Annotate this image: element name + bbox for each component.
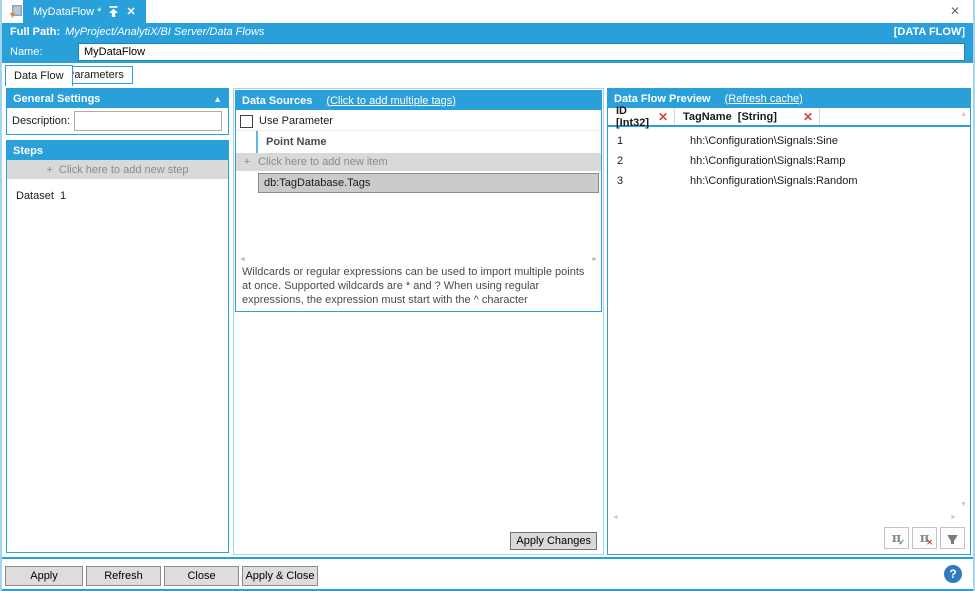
scroll-left-icon[interactable]: ◄ [612, 514, 619, 521]
cell-id: 1 [608, 135, 675, 147]
add-item-label: Click here to add new item [258, 156, 388, 168]
full-path-value: MyProject/AnalytiX/BI Server/Data Flows [65, 26, 264, 38]
apply-and-close-button[interactable]: Apply & Close [242, 566, 318, 586]
name-row: Name: [2, 41, 973, 63]
funnel-stem [951, 539, 954, 544]
table-row[interactable]: 2 hh:\Configuration\Signals:Ramp [608, 151, 970, 171]
data-sources-panel: Data Sources (Click to add multiple tags… [235, 90, 602, 312]
preview-title: Data Flow Preview [614, 93, 711, 105]
add-step-label: Click here to add new step [59, 164, 189, 176]
data-sources-empty-area [236, 193, 601, 255]
preview-grid-header: ID [Int32] ✕ TagName [String] ✕ [608, 108, 970, 127]
collapse-panel-icon[interactable]: ▲ [213, 94, 222, 104]
full-path-row: Full Path: MyProject/AnalytiX/BI Server/… [2, 23, 973, 41]
prefilter-enable-button[interactable]: π ✓ [884, 527, 909, 549]
data-sources-header: Data Sources (Click to add multiple tags… [236, 91, 601, 110]
steps-title: Steps [13, 145, 43, 157]
refresh-cache-link[interactable]: (Refresh cache) [725, 93, 803, 105]
horizontal-scrollbar[interactable]: ◄ ► [236, 255, 601, 264]
step-item-dataset1[interactable]: Dataset 1 [7, 179, 228, 213]
close-button[interactable]: Close [164, 566, 239, 586]
tab-close-icon[interactable]: ✕ [126, 5, 135, 18]
description-input[interactable] [74, 111, 222, 131]
dataflow-document-icon [10, 5, 22, 18]
editor-tab-title: MyDataFlow * [33, 6, 101, 18]
apply-button[interactable]: Apply [5, 566, 83, 586]
row-indicator-gutter [236, 131, 258, 153]
prefilter-clear-button[interactable]: π ✕ [912, 527, 937, 549]
wildcards-help-text: Wildcards or regular expressions can be … [236, 264, 601, 311]
plus-icon: + [46, 164, 52, 176]
plus-icon: + [236, 156, 258, 168]
data-sources-title: Data Sources [242, 95, 312, 107]
cell-tagname: hh:\Configuration\Signals:Random [675, 175, 858, 187]
refresh-button[interactable]: Refresh [86, 566, 161, 586]
window-close-icon[interactable]: ✕ [950, 4, 960, 18]
filter-button[interactable] [940, 527, 965, 549]
remove-column-icon[interactable]: ✕ [658, 110, 668, 124]
column-id-label: ID [Int32] [616, 105, 658, 129]
apply-changes-button[interactable]: Apply Changes [510, 532, 597, 550]
scroll-down-icon[interactable]: ▼ [960, 501, 967, 508]
general-settings-header: General Settings ▲ [7, 89, 228, 108]
table-row[interactable]: 1 hh:\Configuration\Signals:Sine [608, 131, 970, 151]
point-name-label: Point Name [266, 136, 327, 148]
x-icon: ✕ [926, 538, 933, 547]
general-settings-title: General Settings [13, 93, 100, 105]
data-source-value[interactable]: db:TagDatabase.Tags [258, 173, 599, 193]
promote-icon[interactable] [108, 6, 119, 17]
scroll-right-icon[interactable]: ► [950, 514, 957, 521]
scroll-left-icon[interactable]: ◄ [239, 256, 246, 263]
preview-header: Data Flow Preview (Refresh cache) [608, 89, 970, 108]
steps-panel: Steps + Click here to add new step Datas… [6, 140, 229, 553]
editor-tab-mydataflow[interactable]: MyDataFlow * ✕ [23, 0, 146, 23]
general-settings-panel: General Settings ▲ Description: [6, 88, 229, 135]
general-settings-body: Description: [7, 108, 228, 131]
data-source-row: db:TagDatabase.Tags [236, 173, 601, 193]
help-button[interactable]: ? [944, 565, 962, 583]
form-tab-strip: Data Flow Parameters [2, 65, 973, 86]
add-multiple-tags-link[interactable]: (Click to add multiple tags) [326, 95, 456, 107]
add-step-row[interactable]: + Click here to add new step [7, 160, 228, 179]
editor-header: Full Path: MyProject/AnalytiX/BI Server/… [2, 23, 973, 63]
tab-data-flow[interactable]: Data Flow [5, 65, 73, 86]
cell-id: 3 [608, 175, 675, 187]
column-header-id[interactable]: ID [Int32] ✕ [608, 108, 675, 125]
step-detail-container: Data Sources (Click to add multiple tags… [233, 88, 604, 555]
name-input[interactable] [78, 43, 965, 61]
scroll-right-icon[interactable]: ► [591, 256, 598, 263]
column-tagname-label: TagName [String] [683, 111, 777, 123]
column-header-tagname[interactable]: TagName [String] ✕ [675, 108, 820, 125]
table-row[interactable]: 3 hh:\Configuration\Signals:Random [608, 171, 970, 191]
full-path-label: Full Path: [10, 26, 60, 38]
footer-bar: Apply Refresh Close Apply & Close ? [2, 557, 973, 591]
document-tab-bar: MyDataFlow * ✕ ✕ [2, 0, 973, 23]
grid-filter-toolbar: π ✓ π ✕ [884, 527, 965, 549]
check-icon: ✓ [898, 538, 905, 547]
point-name-column-header: Point Name [236, 130, 601, 153]
editor-content: General Settings ▲ Description: Steps + … [2, 86, 973, 557]
name-label: Name: [10, 46, 78, 58]
remove-column-icon[interactable]: ✕ [803, 110, 813, 124]
item-type-badge: [DATA FLOW] [894, 26, 965, 38]
use-parameter-row: Use Parameter [236, 112, 601, 130]
cell-tagname: hh:\Configuration\Signals:Sine [675, 135, 838, 147]
use-parameter-checkbox[interactable] [240, 115, 253, 128]
steps-header: Steps [7, 141, 228, 160]
preview-grid-rows: 1 hh:\Configuration\Signals:Sine 2 hh:\C… [608, 131, 970, 191]
use-parameter-label: Use Parameter [259, 115, 333, 127]
add-item-row[interactable]: + Click here to add new item [236, 153, 601, 171]
dataflow-editor-window: MyDataFlow * ✕ ✕ Full Path: MyProject/An… [0, 0, 975, 591]
cell-id: 2 [608, 155, 675, 167]
cell-tagname: hh:\Configuration\Signals:Ramp [675, 155, 845, 167]
data-flow-preview-panel: Data Flow Preview (Refresh cache) ID [In… [607, 88, 971, 555]
scroll-up-icon[interactable]: ▲ [960, 111, 967, 118]
description-label: Description: [12, 115, 70, 127]
